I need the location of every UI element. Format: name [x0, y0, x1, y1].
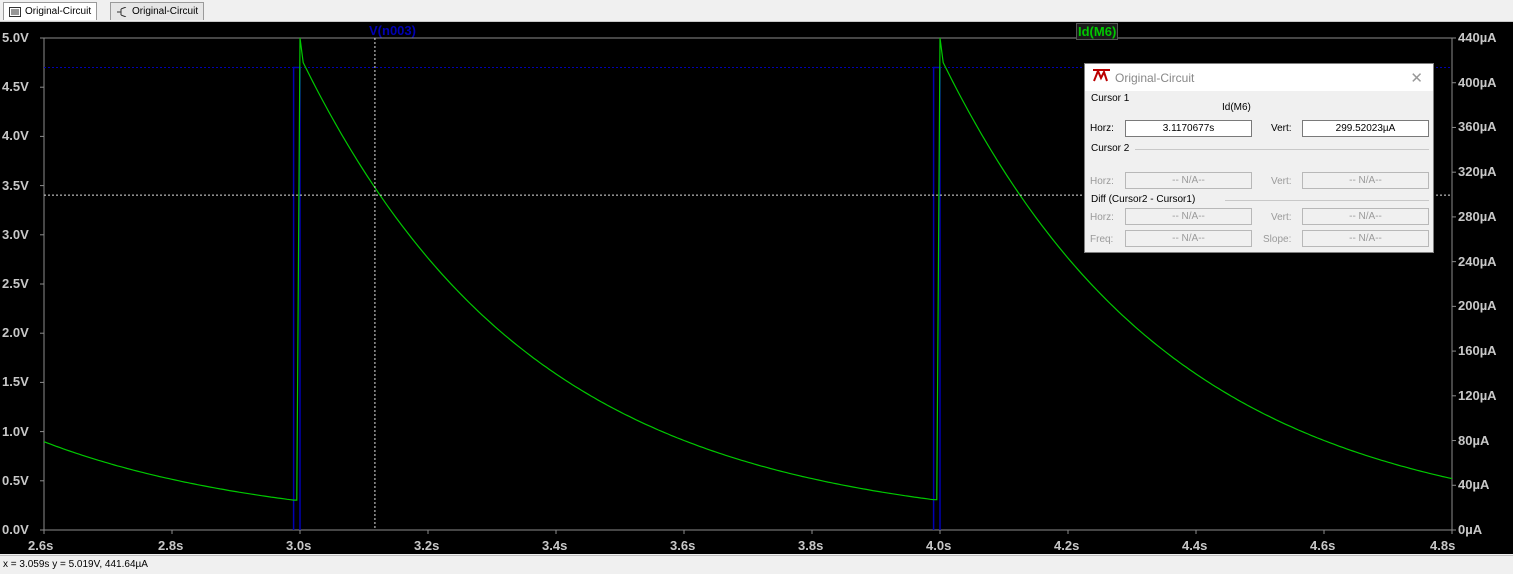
x-tick-label: 3.8s	[798, 538, 824, 553]
tab-waveform[interactable]: Original-Circuit	[3, 2, 98, 20]
tab-schematic-label: Original-Circuit	[132, 6, 199, 17]
diff-horz-label: Horz:	[1090, 212, 1114, 223]
waveform-icon	[9, 6, 21, 17]
right-tick-label: 440µA	[1458, 30, 1497, 45]
tab-bar: Original-Circuit Original-Circuit	[0, 0, 1513, 22]
schematic-icon	[116, 6, 128, 17]
left-tick-label: 1.0V	[2, 423, 29, 439]
left-tick-label: 4.0V	[2, 128, 29, 144]
ltspice-icon	[1093, 68, 1111, 86]
cursor2-vert-label: Vert:	[1271, 176, 1292, 187]
x-tick-label: 2.6s	[28, 538, 54, 553]
right-tick-label: 40µA	[1458, 477, 1490, 493]
left-tick-label: 5.0V	[2, 30, 29, 45]
dialog-titlebar[interactable]: Original-Circuit ✕	[1085, 64, 1433, 91]
left-tick-label: 0.5V	[2, 472, 29, 488]
dialog-title: Original-Circuit	[1115, 71, 1195, 85]
x-tick-label: 3.4s	[542, 538, 568, 553]
divider	[1225, 200, 1429, 201]
right-tick-label: 360µA	[1458, 119, 1497, 135]
cursor-dialog: Original-Circuit ✕ Cursor 1 Id(M6) Horz:…	[1084, 63, 1434, 253]
diff-freq-field[interactable]: -- N/A--	[1125, 230, 1252, 247]
diff-slope-label: Slope:	[1263, 234, 1292, 245]
right-tick-label: 320µA	[1458, 164, 1497, 180]
x-tick-label: 3.2s	[414, 538, 440, 553]
x-tick-label: 3.6s	[670, 538, 696, 553]
left-tick-label: 2.0V	[2, 325, 29, 341]
cursor2-vert-field[interactable]: -- N/A--	[1302, 172, 1429, 189]
cursor1-horz-label: Horz:	[1090, 123, 1114, 134]
x-tick-label: 4.8s	[1430, 538, 1456, 553]
divider	[1135, 149, 1429, 150]
cursor1-vert-label: Vert:	[1271, 123, 1292, 134]
diff-vert-field[interactable]: -- N/A--	[1302, 208, 1429, 225]
diff-slope-field[interactable]: -- N/A--	[1302, 230, 1429, 247]
trace-label-idm6[interactable]: Id(M6)	[1076, 23, 1119, 40]
cursor2-horz-label: Horz:	[1090, 176, 1114, 187]
diff-vert-label: Vert:	[1271, 212, 1292, 223]
x-tick-label: 4.6s	[1310, 538, 1336, 553]
diff-horz-field[interactable]: -- N/A--	[1125, 208, 1252, 225]
tab-waveform-label: Original-Circuit	[25, 6, 92, 17]
cursor1-label: Cursor 1	[1091, 93, 1130, 104]
right-tick-label: 160µA	[1458, 343, 1497, 359]
close-icon[interactable]: ✕	[1410, 69, 1423, 87]
x-tick-label: 4.0s	[926, 538, 952, 553]
right-tick-label: 80µA	[1458, 432, 1490, 448]
cursor2-horz-field[interactable]: -- N/A--	[1125, 172, 1252, 189]
left-tick-label: 0.0V	[2, 522, 29, 537]
left-tick-label: 4.5V	[2, 79, 29, 95]
x-tick-label: 4.2s	[1054, 538, 1080, 553]
right-tick-label: 240µA	[1458, 253, 1497, 269]
waveform-plot[interactable]: 5.0V 4.5V 4.0V 3.5V 3.0V 2.5V 2.0V 1.5V 1.0V 0.5V…	[0, 22, 1513, 554]
cursor2-label: Cursor 2	[1091, 143, 1130, 154]
cursor1-horz-field[interactable]: 3.1170677s	[1125, 120, 1252, 137]
diff-freq-label: Freq:	[1090, 234, 1114, 245]
x-tick-label: 4.4s	[1182, 538, 1208, 553]
x-tick-label: 2.8s	[158, 538, 184, 553]
right-tick-label: 200µA	[1458, 298, 1497, 314]
right-tick-label: 280µA	[1458, 208, 1497, 224]
left-tick-label: 3.0V	[2, 226, 29, 242]
cursor1-vert-field[interactable]: 299.52023µA	[1302, 120, 1429, 137]
left-tick-label: 1.5V	[2, 374, 29, 390]
status-bar: x = 3.059s y = 5.019V, 441.64µA	[0, 555, 1513, 573]
left-tick-label: 2.5V	[2, 276, 29, 291]
diff-label: Diff (Cursor2 - Cursor1)	[1091, 194, 1196, 205]
cursor1-trace: Id(M6)	[1222, 102, 1251, 113]
right-tick-label: 400µA	[1458, 74, 1497, 90]
x-tick-label: 3.0s	[286, 538, 312, 553]
right-tick-label: 120µA	[1458, 387, 1497, 403]
right-tick-label: 0µA	[1458, 522, 1483, 537]
tab-schematic[interactable]: Original-Circuit	[110, 2, 205, 20]
left-tick-label: 3.5V	[2, 177, 29, 193]
trace-label-vn003[interactable]: V(n003)	[369, 23, 416, 38]
